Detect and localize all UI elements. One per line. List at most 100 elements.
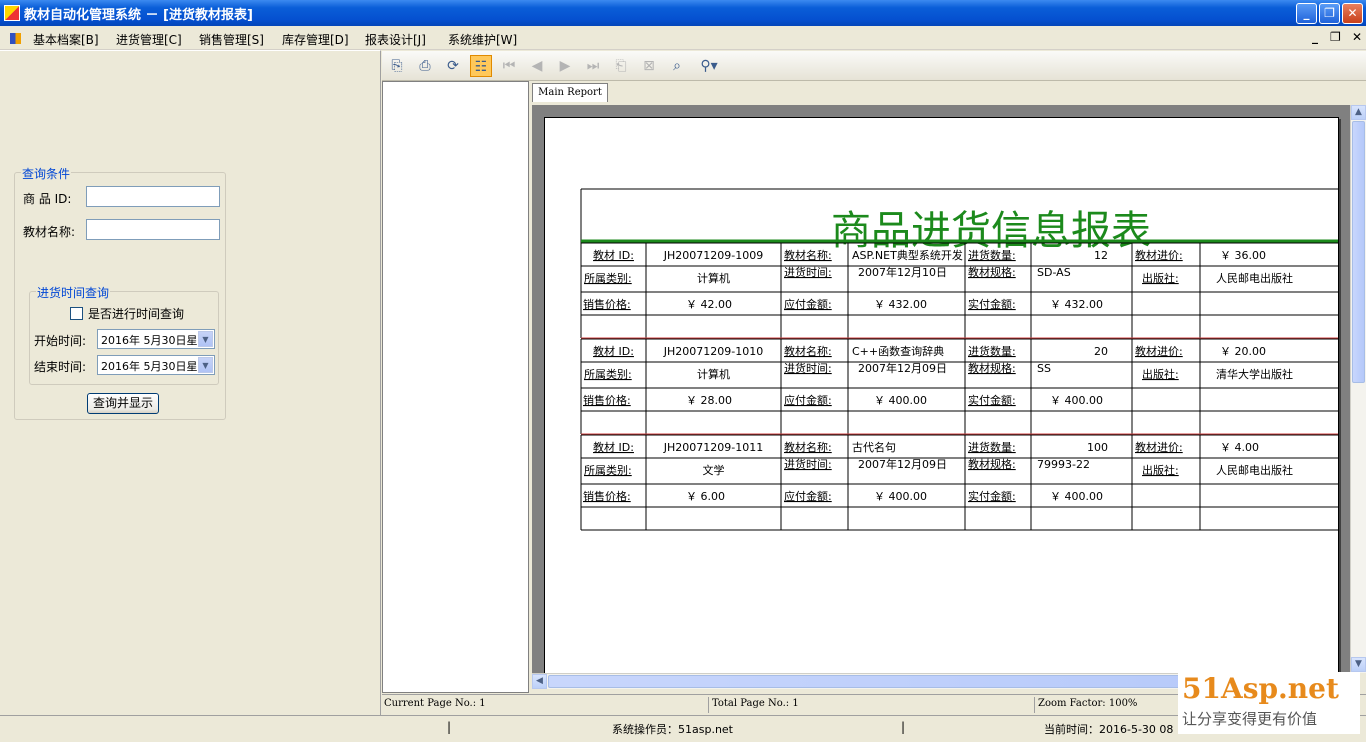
operator-status: 系统操作员：51asp.net <box>612 723 733 736</box>
search-icon[interactable]: ⌕ <box>666 55 688 77</box>
watermark-logo: 51Asp.net <box>1182 672 1339 705</box>
label-quantity: 进货数量: <box>968 344 1016 358</box>
label-purchase-date: 进货时间: <box>784 361 832 375</box>
label-publisher: 出版社: <box>1142 367 1179 381</box>
label-book-id: 教材 ID: <box>593 344 634 358</box>
chevron-down-icon[interactable]: ▼ <box>198 331 213 347</box>
report-preview-area: 商品进货信息报表 教材 ID: JH20071209-1009 教材名称: ASP.N… <box>532 105 1350 673</box>
value-book-id: JH20071209-1009 <box>663 249 763 262</box>
zoom-factor: Zoom Factor: 100% <box>1038 698 1138 709</box>
first-page-icon[interactable]: ⏮ <box>498 55 520 77</box>
value-sale-price: ￥ 28.00 <box>686 394 732 407</box>
menu-report-design[interactable]: 报表设计[J] <box>365 31 426 48</box>
time-group: 进货时间查询 是否进行时间查询 开始时间: 2016年 5月30日星 ▼ 结束时… <box>29 284 219 385</box>
close-button[interactable]: ✕ <box>1342 3 1363 24</box>
print-icon[interactable]: ⎙ <box>414 55 436 77</box>
time-group-title: 进货时间查询 <box>36 284 111 301</box>
label-purchase-price: 教材进价: <box>1135 440 1183 454</box>
label-book-name: 教材名称: <box>784 440 832 454</box>
vertical-scrollbar[interactable]: ▲ ▼ <box>1350 105 1366 673</box>
value-paid: ￥ 400.00 <box>1050 394 1103 407</box>
group-tree-icon[interactable]: ☷ <box>470 55 492 77</box>
value-purchase-date: 2007年12月10日 <box>858 265 947 279</box>
zoom-icon[interactable]: ⚲▾ <box>694 55 724 77</box>
scroll-left-icon[interactable]: ◀ <box>532 674 547 689</box>
value-book-name: C++函数查询辞典 <box>852 344 944 358</box>
menu-bar: 基本档案[B] 进货管理[C] 销售管理[S] 库存管理[D] 报表设计[J] … <box>0 26 1366 50</box>
value-purchase-price: ￥ 20.00 <box>1220 345 1266 358</box>
mdi-restore-button[interactable]: ❐ <box>1330 30 1341 44</box>
label-spec: 教材规格: <box>968 265 1016 279</box>
export-icon[interactable]: ⎘ <box>386 55 408 77</box>
previous-page-icon[interactable]: ◀ <box>526 55 548 77</box>
value-quantity: 20 <box>1094 345 1108 358</box>
group-tree-panel[interactable] <box>382 81 529 693</box>
query-display-button[interactable]: 查询并显示 <box>87 393 159 414</box>
app-status-bar: | 系统操作员：51asp.net | 当前时间：2016-5-30 08 <box>0 715 1366 742</box>
refresh-icon[interactable]: ⟳ <box>442 55 464 77</box>
menu-sales[interactable]: 销售管理[S] <box>199 31 264 48</box>
goods-id-input[interactable] <box>86 186 220 207</box>
value-purchase-date: 2007年12月09日 <box>858 457 947 471</box>
label-quantity: 进货数量: <box>968 440 1016 454</box>
report-page: 商品进货信息报表 教材 ID: JH20071209-1009 教材名称: ASP.N… <box>544 117 1339 673</box>
menu-basic-archive[interactable]: 基本档案[B] <box>33 31 99 48</box>
status-divider <box>708 697 709 713</box>
value-publisher: 人民邮电出版社 <box>1216 271 1293 285</box>
label-book-id: 教材 ID: <box>593 248 634 262</box>
stop-icon[interactable]: ⊠ <box>638 55 660 77</box>
report-viewer: ⎘ ⎙ ⟳ ☷ ⏮ ◀ ▶ ⏭ ⎗ ⊠ ⌕ ⚲▾ Main Report 商品进… <box>382 51 1366 715</box>
last-page-icon[interactable]: ⏭ <box>582 55 604 77</box>
value-spec: SS <box>1037 362 1051 375</box>
value-book-name: ASP.NET典型系统开发 <box>852 248 963 262</box>
mdi-minimize-button[interactable]: _ <box>1312 30 1318 44</box>
goto-page-icon[interactable]: ⎗ <box>610 55 632 77</box>
label-sale-price: 销售价格: <box>583 393 631 407</box>
app-icon <box>4 5 20 21</box>
menu-purchase[interactable]: 进货管理[C] <box>116 31 182 48</box>
goods-id-label: 商 品 ID: <box>23 192 72 206</box>
mdi-app-icon <box>10 33 21 44</box>
label-paid: 实付金额: <box>968 297 1016 311</box>
label-publisher: 出版社: <box>1142 463 1179 477</box>
chevron-down-icon[interactable]: ▼ <box>198 357 213 373</box>
vertical-scroll-thumb[interactable] <box>1352 121 1365 383</box>
scroll-down-icon[interactable]: ▼ <box>1351 657 1366 672</box>
time-query-label: 是否进行时间查询 <box>88 307 185 321</box>
label-category: 所属类别: <box>584 271 632 285</box>
next-page-icon[interactable]: ▶ <box>554 55 576 77</box>
time-query-checkbox[interactable] <box>70 307 83 320</box>
value-paid: ￥ 400.00 <box>1050 490 1103 503</box>
value-category: 计算机 <box>697 367 730 381</box>
book-name-input[interactable] <box>86 219 220 240</box>
label-spec: 教材规格: <box>968 457 1016 471</box>
scroll-up-icon[interactable]: ▲ <box>1351 105 1366 120</box>
menu-system[interactable]: 系统维护[W] <box>448 31 517 48</box>
value-sale-price: ￥ 6.00 <box>686 490 725 503</box>
mdi-close-button[interactable]: ✕ <box>1352 30 1362 44</box>
start-date-picker[interactable]: 2016年 5月30日星 ▼ <box>97 329 215 349</box>
site-watermark: 51Asp.net 让分享变得更有价值 <box>1178 672 1360 734</box>
label-spec: 教材规格: <box>968 361 1016 375</box>
end-time-label: 结束时间: <box>34 360 87 374</box>
label-quantity: 进货数量: <box>968 248 1016 262</box>
query-group-title: 查询条件 <box>21 165 72 182</box>
label-paid: 实付金额: <box>968 489 1016 503</box>
current-page-number: Current Page No.: 1 <box>384 698 486 709</box>
report-grid: 教材 ID: JH20071209-1009 教材名称: ASP.NET典型系统开发进… <box>580 188 1338 531</box>
label-purchase-date: 进货时间: <box>784 457 832 471</box>
label-book-name: 教材名称: <box>784 248 832 262</box>
maximize-button[interactable]: ❐ <box>1319 3 1340 24</box>
label-sale-price: 销售价格: <box>583 489 631 503</box>
label-publisher: 出版社: <box>1142 271 1179 285</box>
query-panel: 查询条件 商 品 ID: 教材名称: 进货时间查询 是否进行时间查询 开始时间:… <box>0 50 381 715</box>
end-date-picker[interactable]: 2016年 5月30日星 ▼ <box>97 355 215 375</box>
minimize-button[interactable]: _ <box>1296 3 1317 24</box>
tab-main-report[interactable]: Main Report <box>532 83 608 102</box>
label-book-name: 教材名称: <box>784 344 832 358</box>
menu-inventory[interactable]: 库存管理[D] <box>282 31 349 48</box>
value-purchase-date: 2007年12月09日 <box>858 361 947 375</box>
label-paid: 实付金额: <box>968 393 1016 407</box>
value-quantity: 100 <box>1087 441 1108 454</box>
total-page-number: Total Page No.: 1 <box>712 698 799 709</box>
